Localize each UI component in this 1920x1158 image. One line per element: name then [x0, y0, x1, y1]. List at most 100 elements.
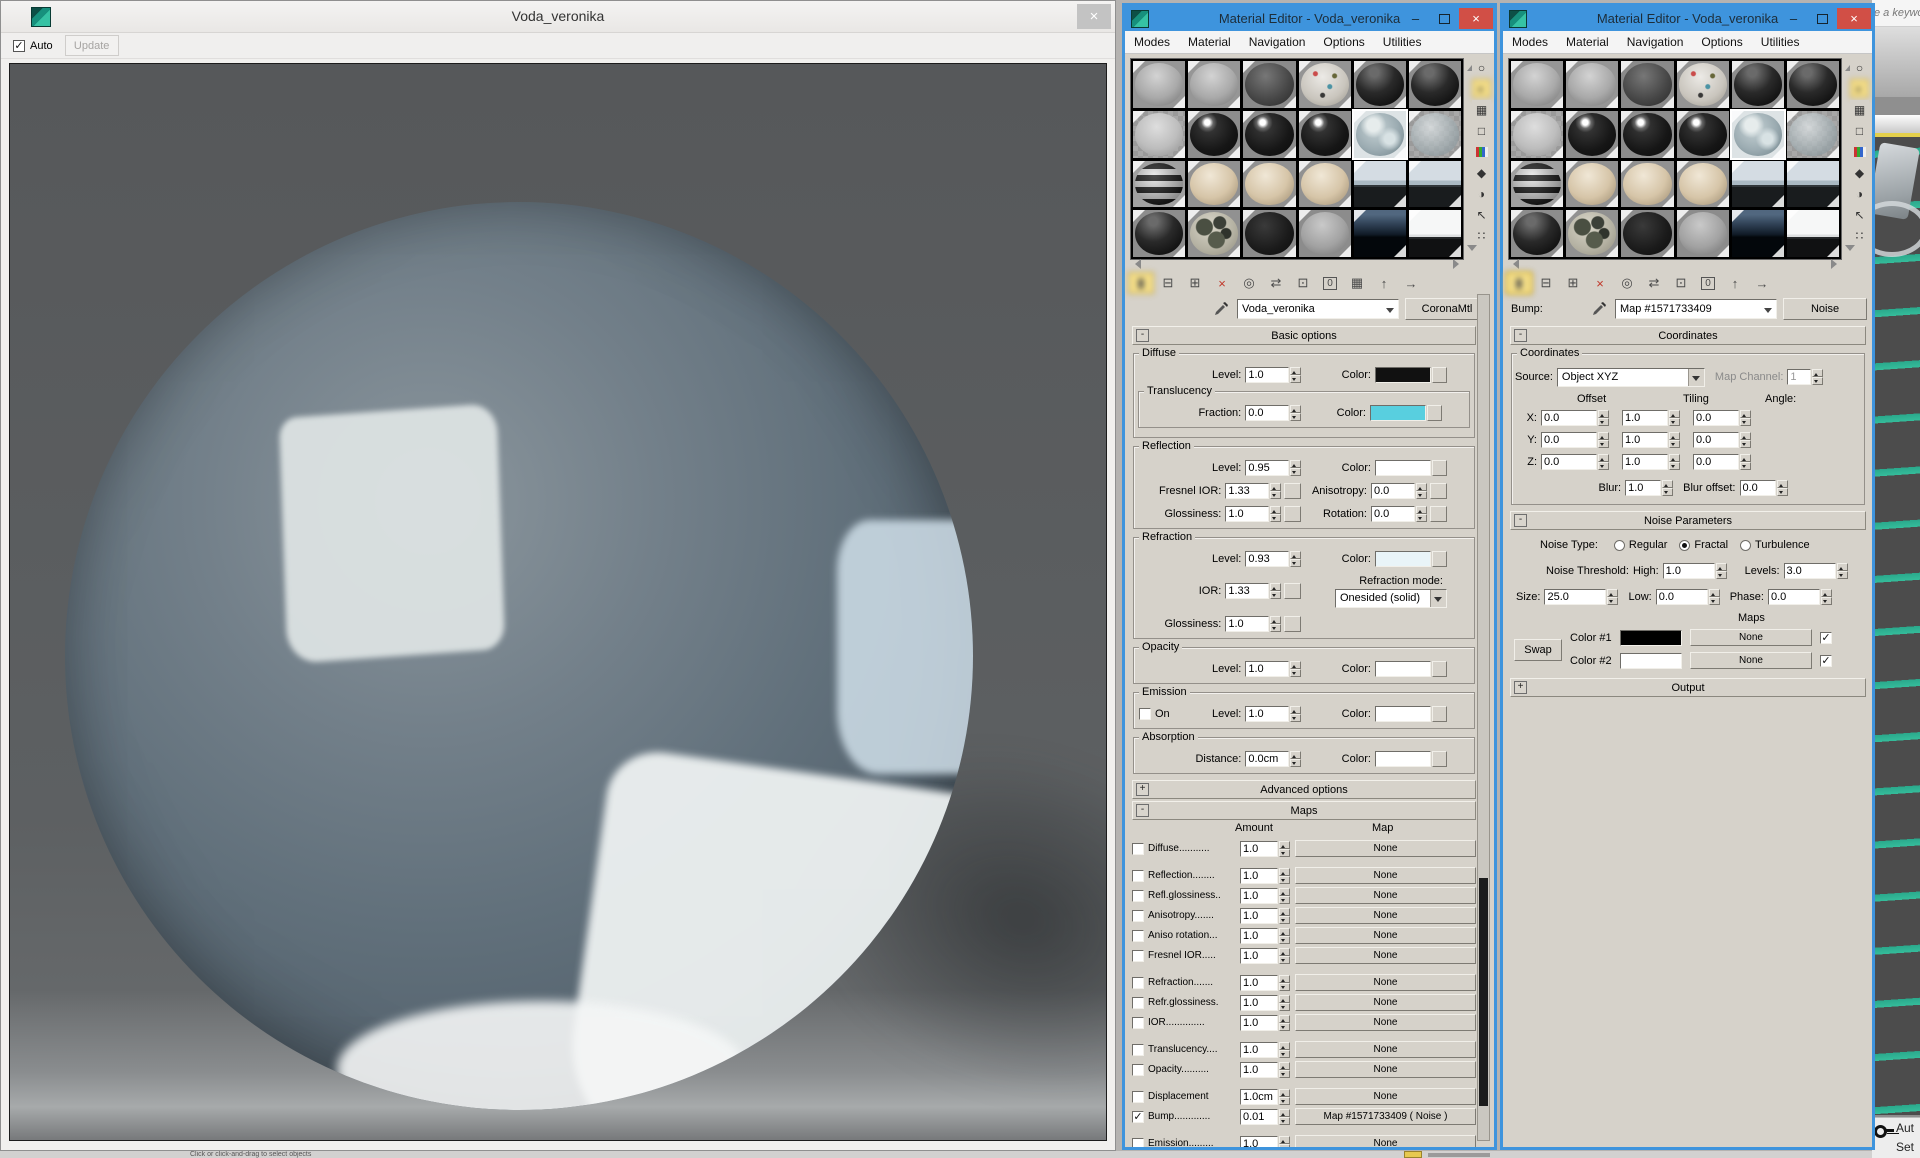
video-color-check-icon[interactable] — [1472, 142, 1491, 161]
spinner-value[interactable]: 0.0 — [1541, 454, 1597, 470]
spinner-down-icon[interactable] — [1279, 895, 1290, 904]
sample-slot[interactable] — [1731, 160, 1784, 208]
map-button[interactable]: None — [1295, 887, 1476, 904]
spinner-arrows[interactable] — [1776, 480, 1788, 496]
background-icon[interactable]: ▦ — [1850, 100, 1869, 119]
spinner-up-icon[interactable] — [1290, 404, 1302, 413]
sample-uv-tiling-icon[interactable]: □ — [1850, 121, 1869, 140]
map-button[interactable]: Map #1571733409 ( Noise ) — [1295, 1108, 1476, 1125]
sample-slot[interactable] — [1188, 61, 1241, 108]
spinner-up-icon[interactable] — [1279, 1014, 1290, 1023]
spinner-field[interactable]: 0.0cm — [1245, 750, 1302, 767]
spinner-down-icon[interactable] — [1669, 462, 1680, 470]
spinner-arrows[interactable] — [1279, 907, 1290, 924]
map-shortcut-button[interactable] — [1429, 482, 1447, 499]
map-shortcut-button[interactable] — [1284, 505, 1302, 522]
rollout-header[interactable]: - Basic options — [1132, 326, 1476, 345]
spinner-up-icon[interactable] — [1598, 432, 1609, 440]
map-enable-checkbox[interactable]: ✓ — [1132, 1110, 1144, 1123]
material-id-channel-icon[interactable]: 0 — [1695, 272, 1721, 294]
dropdown-arrow-icon[interactable] — [1687, 368, 1704, 386]
spinner-arrows[interactable] — [1270, 615, 1282, 632]
spinner-value[interactable]: 0.0 — [1370, 505, 1415, 522]
sample-slot[interactable] — [1298, 110, 1351, 158]
sample-slot[interactable] — [1243, 61, 1296, 108]
color-swatch[interactable] — [1374, 705, 1447, 722]
sample-slot[interactable] — [1511, 210, 1564, 257]
close-button[interactable]: × — [1837, 8, 1871, 29]
go-forward-to-sibling-icon[interactable]: → — [1398, 272, 1424, 294]
spinner-down-icon[interactable] — [1279, 982, 1290, 991]
go-to-parent-icon[interactable]: ↑ — [1371, 272, 1397, 294]
collapse-icon[interactable]: - — [1514, 329, 1527, 342]
map-button[interactable]: None — [1295, 867, 1476, 884]
show-end-result-icon[interactable]: ▮ — [1128, 272, 1154, 294]
spinner-down-icon[interactable] — [1270, 623, 1282, 632]
map-button[interactable]: None — [1295, 1041, 1476, 1058]
spinner-value[interactable]: 1.0 — [1622, 432, 1668, 448]
spinner-arrows[interactable] — [1812, 369, 1824, 385]
swap-button[interactable]: Swap — [1514, 639, 1562, 661]
color-swatch[interactable] — [1374, 660, 1447, 677]
map-button[interactable]: None — [1690, 629, 1812, 646]
sample-slot[interactable] — [1676, 110, 1729, 158]
spinner-value[interactable]: 0.0 — [1693, 410, 1739, 426]
spinner-field[interactable]: 1.0 — [1240, 887, 1290, 904]
spinner-field[interactable]: 1.0 — [1240, 1061, 1290, 1078]
spinner-arrows[interactable] — [1279, 927, 1290, 944]
dropdown[interactable]: Onesided (solid) — [1334, 588, 1447, 608]
material-map-navigator-icon[interactable]: ∷ — [1472, 226, 1491, 245]
spinner-value[interactable]: 25.0 — [1544, 589, 1607, 605]
spinner-value[interactable]: 1.0 — [1240, 887, 1278, 904]
go-forward-to-sibling-icon[interactable]: → — [1749, 272, 1775, 294]
close-button[interactable]: × — [1459, 8, 1493, 29]
close-icon[interactable]: × — [1077, 4, 1111, 29]
spinner-down-icon[interactable] — [1290, 467, 1302, 476]
material-name-combo[interactable]: Voda_veronika — [1237, 299, 1399, 319]
map-enable-checkbox[interactable] — [1132, 1137, 1144, 1147]
sample-slot[interactable] — [1133, 160, 1186, 208]
spinner-arrows[interactable] — [1740, 410, 1751, 426]
spinner-up-icon[interactable] — [1669, 454, 1680, 462]
spinner-value[interactable]: 1.0 — [1240, 927, 1278, 944]
spinner-field[interactable]: 1.0 — [1245, 660, 1302, 677]
swatch-side-button[interactable] — [1431, 705, 1447, 722]
map-enable-checkbox[interactable] — [1132, 842, 1144, 855]
menu-navigation[interactable]: Navigation — [1240, 35, 1315, 49]
minimize-button[interactable]: – — [1401, 8, 1430, 29]
sample-slot[interactable] — [1566, 160, 1619, 208]
spinner-up-icon[interactable] — [1812, 369, 1824, 377]
spinner-field[interactable]: 0.93 — [1245, 550, 1302, 567]
make-preview-icon[interactable]: ◆ — [1850, 163, 1869, 182]
sample-slot[interactable] — [1511, 160, 1564, 208]
sample-slot[interactable] — [1188, 110, 1241, 158]
spinner-arrows[interactable] — [1290, 404, 1302, 421]
spinner-arrows[interactable] — [1708, 589, 1720, 605]
spinner-arrows[interactable] — [1279, 1041, 1290, 1058]
map-enable-checkbox[interactable] — [1132, 949, 1144, 962]
spinner-value[interactable]: 0.0 — [1541, 432, 1597, 448]
sample-slot[interactable] — [1566, 110, 1619, 158]
spinner-up-icon[interactable] — [1820, 589, 1832, 597]
set-key-icon[interactable] — [1874, 1125, 1894, 1138]
make-unique-icon[interactable]: ⇄ — [1263, 272, 1289, 294]
spinner-field[interactable]: 0.0 — [1541, 454, 1609, 470]
spinner-down-icon[interactable] — [1270, 513, 1282, 522]
sample-slot[interactable] — [1408, 61, 1461, 108]
spinner-arrows[interactable] — [1279, 974, 1290, 991]
spinner-field[interactable]: 1.0 — [1240, 947, 1290, 964]
spinner-up-icon[interactable] — [1279, 947, 1290, 956]
spinner-value[interactable]: 1.0 — [1240, 867, 1278, 884]
dropdown-arrow-icon[interactable] — [1429, 589, 1446, 607]
spinner-up-icon[interactable] — [1740, 410, 1751, 418]
map-button[interactable]: None — [1295, 1135, 1476, 1147]
spinner-arrows[interactable] — [1290, 366, 1302, 383]
on-checkbox[interactable] — [1139, 707, 1151, 720]
minimize-button[interactable]: – — [1779, 8, 1808, 29]
spinner-down-icon[interactable] — [1740, 462, 1751, 470]
sample-slot[interactable] — [1408, 160, 1461, 208]
color-swatch[interactable] — [1620, 652, 1682, 669]
spinner-arrows[interactable] — [1279, 1108, 1290, 1125]
sample-slot[interactable] — [1511, 110, 1564, 158]
select-by-material-icon[interactable]: ↖ — [1472, 205, 1491, 224]
